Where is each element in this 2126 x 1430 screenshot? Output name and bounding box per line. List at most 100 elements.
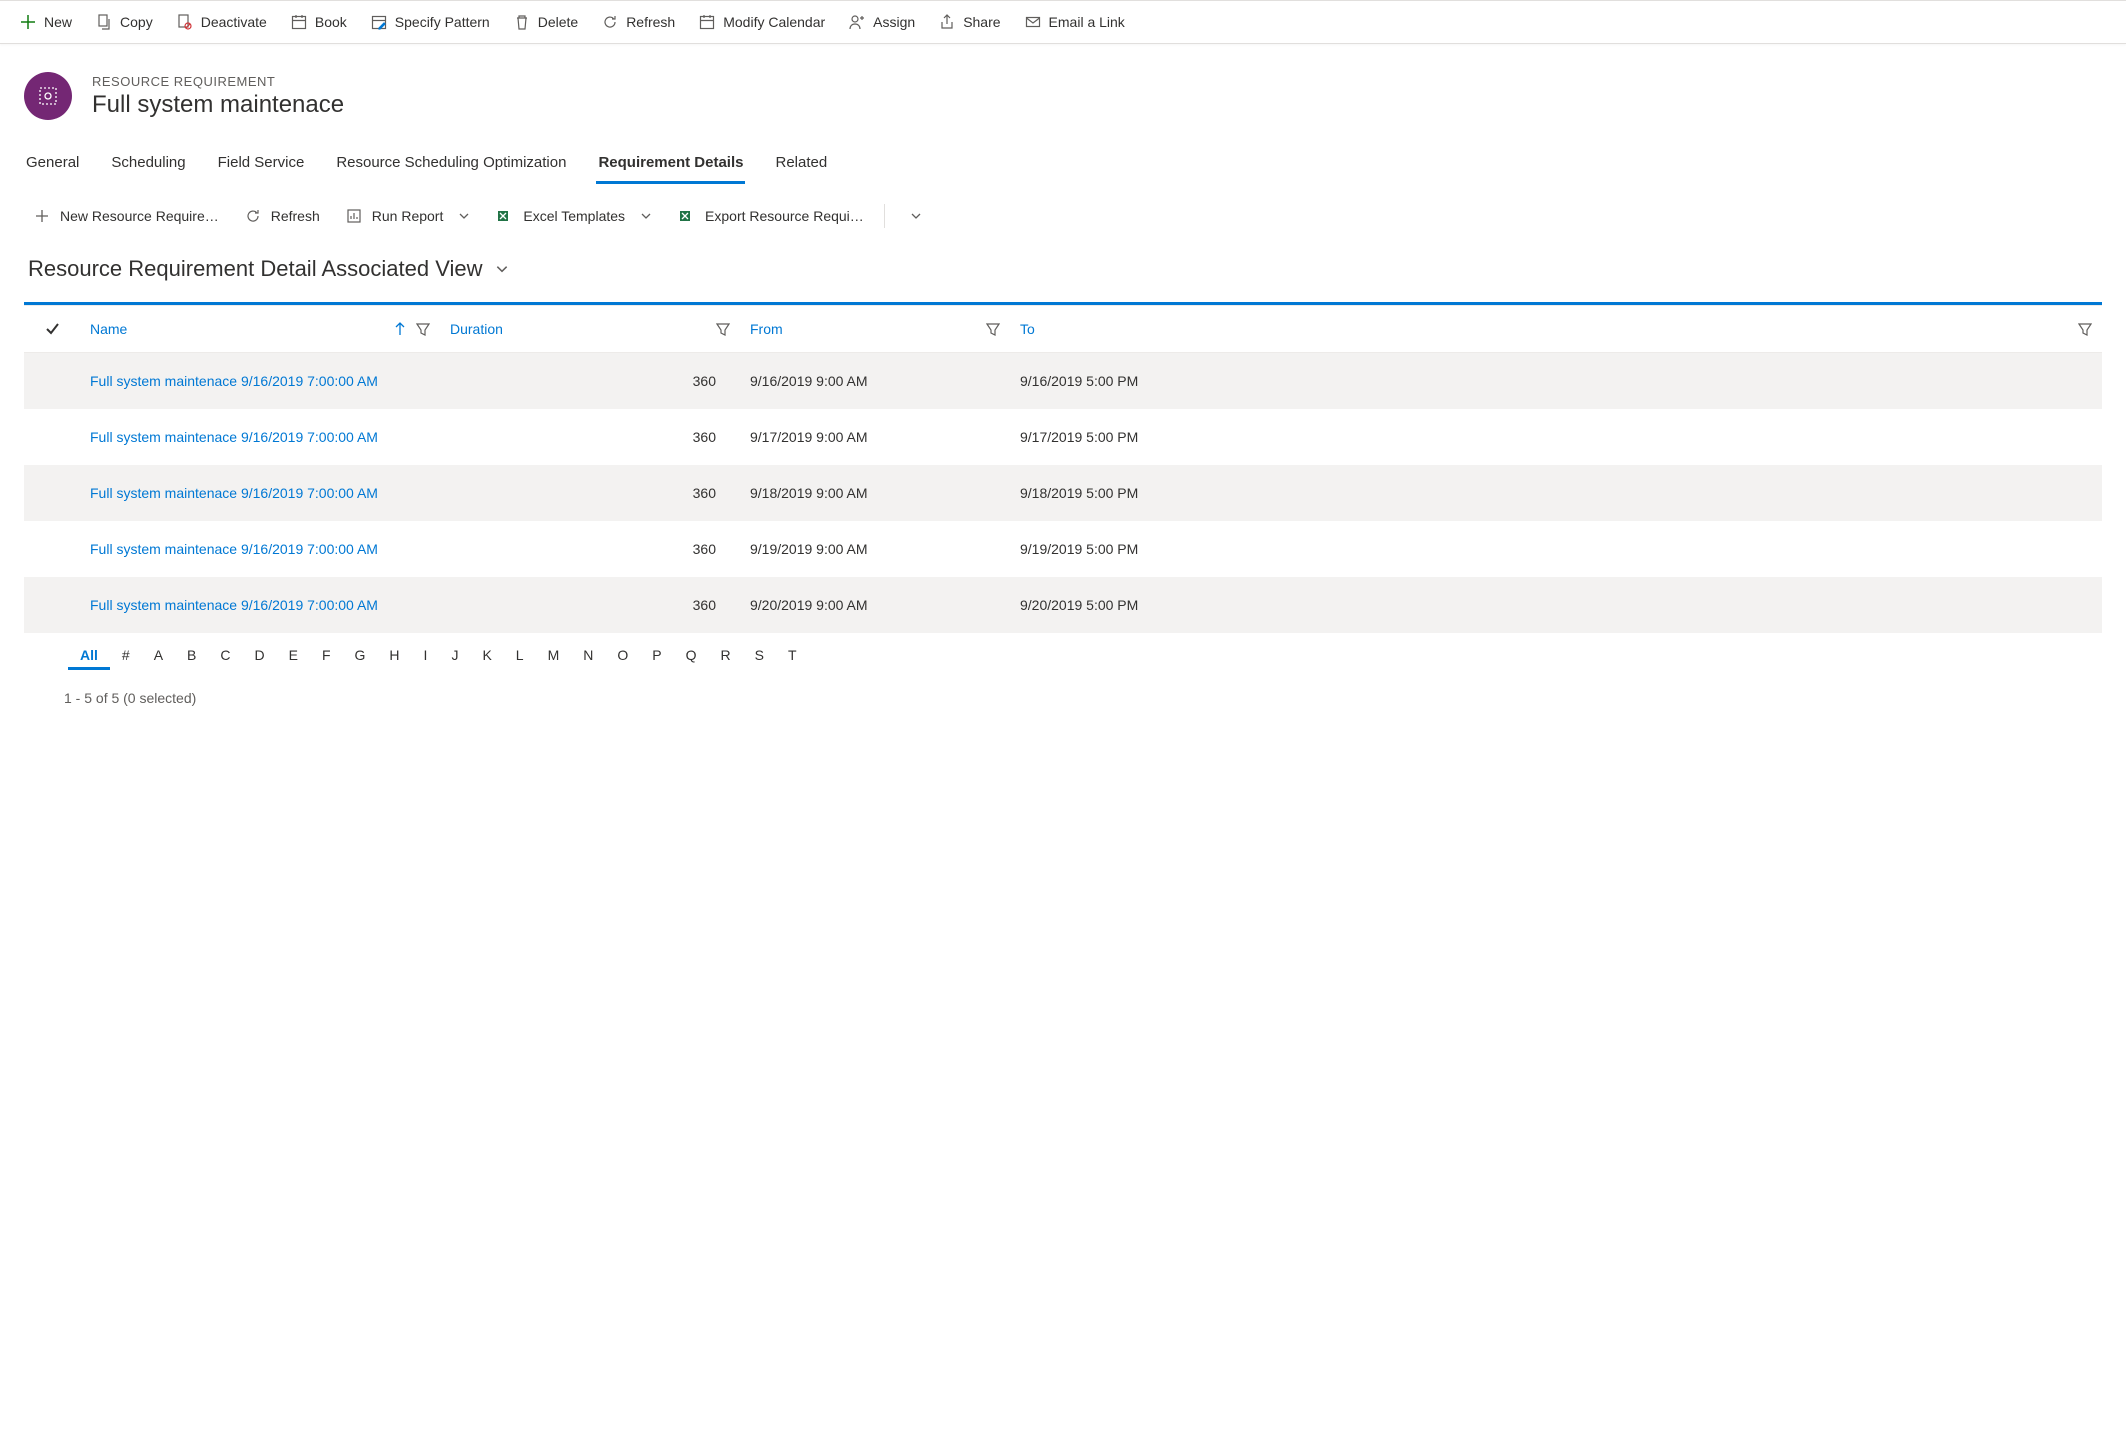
- alpha-filter-p[interactable]: P: [640, 643, 673, 670]
- filter-icon[interactable]: [416, 322, 430, 336]
- entity-badge: [24, 72, 72, 120]
- chevron-down-icon: [639, 209, 653, 223]
- new-button[interactable]: New: [10, 8, 82, 36]
- cell-from: 9/18/2019 9:00 AM: [740, 485, 1010, 501]
- subgrid-refresh-button[interactable]: Refresh: [235, 202, 330, 230]
- cell-name[interactable]: Full system maintenace 9/16/2019 7:00:00…: [80, 485, 440, 501]
- alpha-filter-t[interactable]: T: [776, 643, 809, 670]
- table-row[interactable]: Full system maintenace 9/16/2019 7:00:00…: [24, 409, 2102, 465]
- tab-requirement-details[interactable]: Requirement Details: [596, 148, 745, 184]
- sort-ascending-icon: [394, 322, 406, 336]
- alpha-filter-f[interactable]: F: [310, 643, 343, 670]
- alpha-filter-o[interactable]: O: [605, 643, 640, 670]
- column-header-to-label: To: [1020, 321, 1035, 337]
- more-commands-button[interactable]: [895, 203, 933, 229]
- command-bar: New Copy Deactivate Book Specify Pattern…: [0, 0, 2126, 44]
- alpha-filter-d[interactable]: D: [243, 643, 277, 670]
- cell-name[interactable]: Full system maintenace 9/16/2019 7:00:00…: [80, 373, 440, 389]
- alpha-filter-s[interactable]: S: [743, 643, 776, 670]
- cell-duration: 360: [440, 373, 740, 389]
- tab-general[interactable]: General: [24, 148, 81, 184]
- column-header-to[interactable]: To: [1010, 321, 2102, 337]
- excel-templates-button[interactable]: Excel Templates: [487, 202, 663, 230]
- cell-duration: 360: [440, 485, 740, 501]
- delete-label: Delete: [538, 14, 578, 30]
- alpha-filter-n[interactable]: N: [571, 643, 605, 670]
- view-title: Resource Requirement Detail Associated V…: [28, 256, 483, 282]
- alpha-filter-l[interactable]: L: [504, 643, 536, 670]
- cell-from: 9/19/2019 9:00 AM: [740, 541, 1010, 557]
- cell-to: 9/20/2019 5:00 PM: [1010, 597, 2102, 613]
- alpha-filter-b[interactable]: B: [175, 643, 208, 670]
- table-row[interactable]: Full system maintenace 9/16/2019 7:00:00…: [24, 521, 2102, 577]
- copy-label: Copy: [120, 14, 153, 30]
- alpha-filter-#[interactable]: #: [110, 643, 142, 670]
- excel-templates-label: Excel Templates: [523, 208, 625, 224]
- specify-pattern-button[interactable]: Specify Pattern: [361, 8, 500, 36]
- run-report-button[interactable]: Run Report: [336, 202, 482, 230]
- alpha-filter-m[interactable]: M: [536, 643, 572, 670]
- filter-icon[interactable]: [716, 322, 730, 336]
- deactivate-button[interactable]: Deactivate: [167, 8, 277, 36]
- column-header-name[interactable]: Name: [80, 321, 440, 337]
- delete-button[interactable]: Delete: [504, 8, 588, 36]
- deactivate-label: Deactivate: [201, 14, 267, 30]
- column-header-name-label: Name: [90, 321, 127, 337]
- new-label: New: [44, 14, 72, 30]
- alpha-filter-g[interactable]: G: [343, 643, 378, 670]
- table-row[interactable]: Full system maintenace 9/16/2019 7:00:00…: [24, 577, 2102, 633]
- entity-type-label: RESOURCE REQUIREMENT: [92, 74, 344, 89]
- alpha-filter-h[interactable]: H: [377, 643, 411, 670]
- column-header-from[interactable]: From: [740, 321, 1010, 337]
- alpha-filter-q[interactable]: Q: [674, 643, 709, 670]
- alpha-filter-all[interactable]: All: [68, 643, 110, 670]
- new-resource-requirement-label: New Resource Require…: [60, 208, 219, 224]
- export-button[interactable]: Export Resource Requi…: [669, 202, 874, 230]
- cell-duration: 360: [440, 429, 740, 445]
- modify-calendar-label: Modify Calendar: [723, 14, 825, 30]
- tab-rso[interactable]: Resource Scheduling Optimization: [334, 148, 568, 184]
- alpha-filter-strip: All#ABCDEFGHIJKLMNOPQRST: [24, 633, 2102, 676]
- select-all-checkbox[interactable]: [24, 321, 80, 337]
- alpha-filter-r[interactable]: R: [709, 643, 743, 670]
- refresh-button[interactable]: Refresh: [592, 8, 685, 36]
- modify-calendar-button[interactable]: Modify Calendar: [689, 8, 835, 36]
- alpha-filter-k[interactable]: K: [470, 643, 503, 670]
- table-row[interactable]: Full system maintenace 9/16/2019 7:00:00…: [24, 353, 2102, 409]
- excel-icon: [679, 208, 695, 224]
- cell-duration: 360: [440, 597, 740, 613]
- chevron-down-icon: [457, 209, 471, 223]
- tab-field-service[interactable]: Field Service: [216, 148, 307, 184]
- cell-name[interactable]: Full system maintenace 9/16/2019 7:00:00…: [80, 429, 440, 445]
- copy-icon: [96, 14, 112, 30]
- email-link-label: Email a Link: [1049, 14, 1125, 30]
- alpha-filter-c[interactable]: C: [208, 643, 242, 670]
- tab-scheduling[interactable]: Scheduling: [109, 148, 187, 184]
- table-row[interactable]: Full system maintenace 9/16/2019 7:00:00…: [24, 465, 2102, 521]
- book-button[interactable]: Book: [281, 8, 357, 36]
- alpha-filter-a[interactable]: A: [142, 643, 175, 670]
- alpha-filter-e[interactable]: E: [277, 643, 310, 670]
- alpha-filter-j[interactable]: J: [439, 643, 470, 670]
- cell-to: 9/18/2019 5:00 PM: [1010, 485, 2102, 501]
- new-resource-requirement-button[interactable]: New Resource Require…: [24, 202, 229, 230]
- email-link-button[interactable]: Email a Link: [1015, 8, 1135, 36]
- filter-icon[interactable]: [2078, 322, 2092, 336]
- subgrid: Name Duration From: [24, 302, 2102, 633]
- share-icon: [939, 14, 955, 30]
- chevron-down-icon: [495, 262, 509, 276]
- cell-name[interactable]: Full system maintenace 9/16/2019 7:00:00…: [80, 597, 440, 613]
- record-title: Full system maintenace: [92, 91, 344, 119]
- copy-button[interactable]: Copy: [86, 8, 163, 36]
- column-header-duration[interactable]: Duration: [440, 321, 740, 337]
- cell-from: 9/20/2019 9:00 AM: [740, 597, 1010, 613]
- alpha-filter-i[interactable]: I: [412, 643, 440, 670]
- form-tabs: General Scheduling Field Service Resourc…: [0, 130, 2126, 184]
- cell-name[interactable]: Full system maintenace 9/16/2019 7:00:00…: [80, 541, 440, 557]
- filter-icon[interactable]: [986, 322, 1000, 336]
- view-selector[interactable]: Resource Requirement Detail Associated V…: [0, 240, 2126, 302]
- share-button[interactable]: Share: [929, 8, 1010, 36]
- plus-icon: [20, 14, 36, 30]
- assign-button[interactable]: Assign: [839, 8, 925, 36]
- tab-related[interactable]: Related: [773, 148, 829, 184]
